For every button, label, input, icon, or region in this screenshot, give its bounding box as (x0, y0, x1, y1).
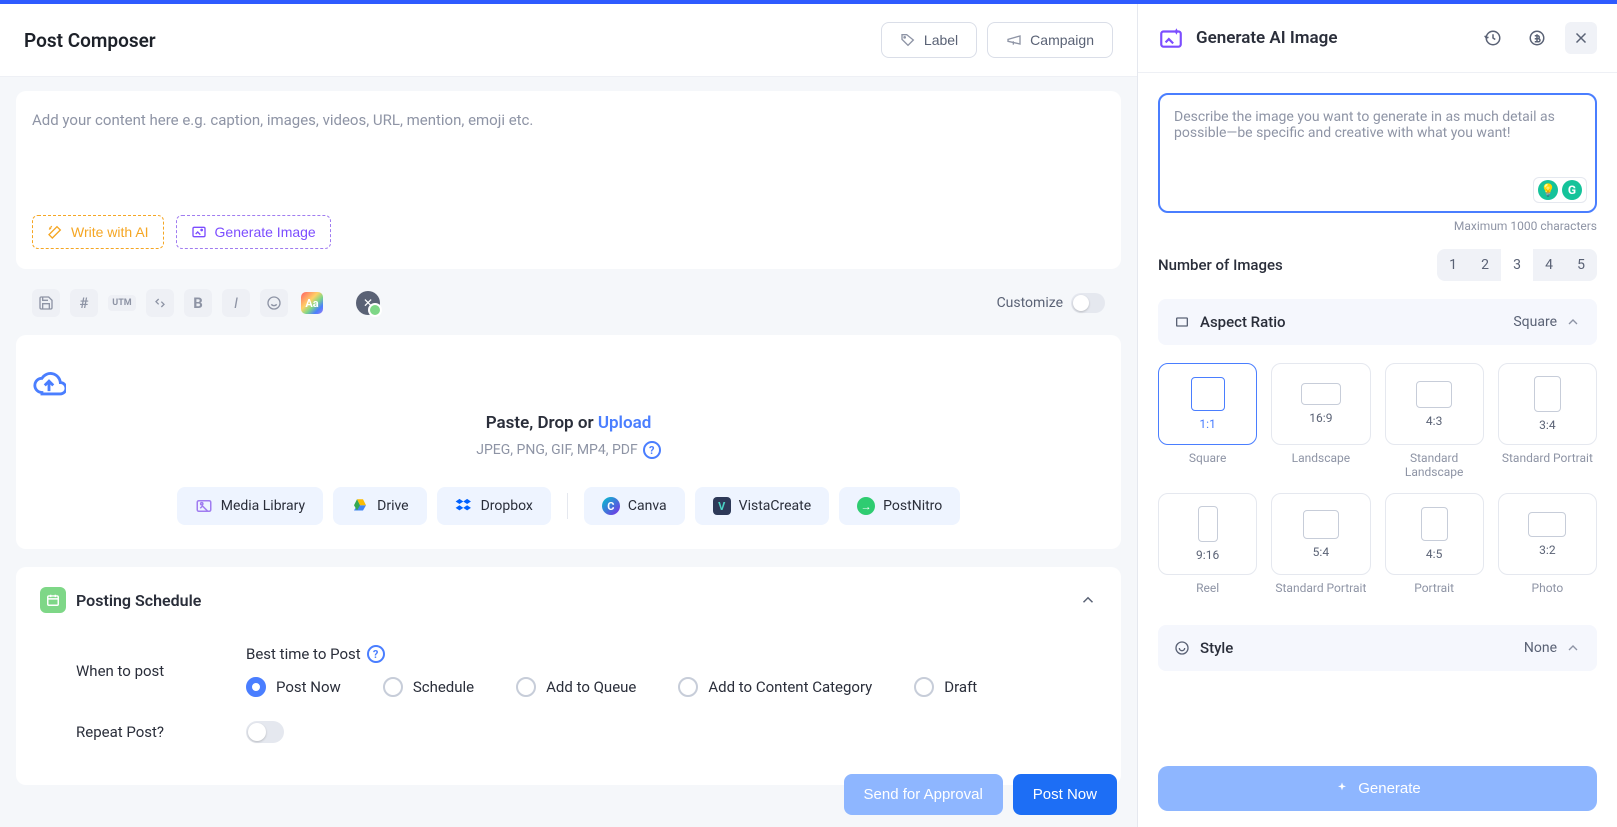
canva-chip[interactable]: C Canva (584, 487, 685, 525)
credits-icon[interactable] (1521, 22, 1553, 54)
best-time-label: Best time to Post (246, 645, 361, 663)
page-title: Post Composer (24, 29, 156, 52)
close-button[interactable] (1565, 22, 1597, 54)
label-button[interactable]: Label (881, 22, 977, 58)
repeat-post-label: Repeat Post? (76, 723, 246, 741)
num-images-5[interactable]: 5 (1565, 249, 1597, 281)
aspect-icon (1174, 314, 1190, 330)
grammarly-icon[interactable]: G (1562, 180, 1582, 200)
ai-assistant-icon[interactable]: ✕ (354, 289, 382, 317)
prompt-textarea[interactable]: Describe the image you want to generate … (1158, 93, 1597, 213)
canva-icon: C (602, 497, 620, 515)
composer-textarea[interactable]: Add your content here e.g. caption, imag… (32, 105, 1105, 205)
add-queue-radio[interactable]: Add to Queue (516, 677, 636, 697)
composer-card: Add your content here e.g. caption, imag… (16, 91, 1121, 269)
panel-title: Generate AI Image (1196, 28, 1465, 48)
dropbox-icon (455, 497, 473, 515)
link-icon[interactable] (146, 289, 174, 317)
bold-icon[interactable]: B (184, 289, 212, 317)
aspect-9-16[interactable]: 9:16 (1158, 493, 1257, 575)
grammarly-lightbulb-icon[interactable]: 💡 (1538, 180, 1558, 200)
upload-text: Paste, Drop or Upload (32, 413, 1105, 433)
cloud-upload-icon (32, 367, 1105, 401)
generate-image-button[interactable]: Generate Image (176, 215, 331, 249)
vistacreate-icon: V (713, 497, 731, 515)
postnitro-chip[interactable]: → PostNitro (839, 487, 960, 525)
utm-button[interactable]: UTM (108, 289, 136, 317)
postnitro-icon: → (857, 497, 875, 515)
hashtag-icon[interactable]: # (70, 289, 98, 317)
draft-radio[interactable]: Draft (914, 677, 977, 697)
aspect-5-4[interactable]: 5:4 (1271, 493, 1370, 575)
upload-formats: JPEG, PNG, GIF, MP4, PDF (476, 442, 637, 458)
aspect-ratio-accordion[interactable]: Aspect Ratio Square (1158, 299, 1597, 345)
save-icon[interactable] (32, 289, 60, 317)
post-now-radio[interactable]: Post Now (246, 677, 341, 697)
aspect-3-2[interactable]: 3:2 (1498, 493, 1597, 575)
sparkle-icon (1334, 781, 1350, 797)
image-sparkle-icon (191, 224, 207, 240)
calendar-icon (40, 587, 66, 613)
posting-schedule-card: Posting Schedule When to post Best time … (16, 567, 1121, 785)
aspect-4-3[interactable]: 4:3 (1385, 363, 1484, 445)
ai-image-icon (1158, 25, 1184, 51)
dropbox-chip[interactable]: Dropbox (437, 487, 551, 525)
chevron-up-icon[interactable] (1079, 591, 1097, 609)
megaphone-icon (1006, 32, 1022, 48)
aspect-4-5[interactable]: 4:5 (1385, 493, 1484, 575)
help-icon[interactable]: ? (367, 645, 385, 663)
schedule-radio[interactable]: Schedule (383, 677, 474, 697)
content-category-radio[interactable]: Add to Content Category (678, 677, 872, 697)
num-images-1[interactable]: 1 (1437, 249, 1469, 281)
upload-card: Paste, Drop or Upload JPEG, PNG, GIF, MP… (16, 335, 1121, 549)
customize-label: Customize (997, 295, 1063, 311)
char-limit-label: Maximum 1000 characters (1158, 219, 1597, 233)
post-now-button[interactable]: Post Now (1013, 774, 1117, 815)
header: Post Composer Label Campaign (0, 4, 1137, 77)
italic-icon[interactable]: I (222, 289, 250, 317)
image-icon (195, 497, 213, 515)
upload-link[interactable]: Upload (598, 413, 651, 433)
num-images-selector: 12345 (1437, 249, 1597, 281)
help-icon[interactable]: ? (643, 441, 661, 459)
repeat-toggle[interactable] (246, 721, 284, 743)
num-images-2[interactable]: 2 (1469, 249, 1501, 281)
num-images-label: Number of Images (1158, 256, 1283, 274)
aspect-3-4[interactable]: 3:4 (1498, 363, 1597, 445)
history-icon[interactable] (1477, 22, 1509, 54)
tag-icon (900, 32, 916, 48)
chevron-up-icon (1565, 314, 1581, 330)
vistacreate-chip[interactable]: V VistaCreate (695, 487, 830, 525)
customize-toggle[interactable] (1071, 293, 1105, 313)
media-library-chip[interactable]: Media Library (177, 487, 323, 525)
campaign-button[interactable]: Campaign (987, 22, 1113, 58)
aspect-16-9[interactable]: 16:9 (1271, 363, 1370, 445)
generate-button[interactable]: Generate (1158, 766, 1597, 811)
chevron-up-icon (1565, 640, 1581, 656)
style-icon (1174, 640, 1190, 656)
drive-chip[interactable]: Drive (333, 487, 426, 525)
send-for-approval-button[interactable]: Send for Approval (844, 774, 1003, 815)
aspect-1-1[interactable]: 1:1 (1158, 363, 1257, 445)
formatting-toolbar: # UTM B I Aa ✕ Customize (16, 277, 1121, 317)
write-with-ai-button[interactable]: Write with AI (32, 215, 164, 249)
style-accordion[interactable]: Style None (1158, 625, 1597, 671)
emoji-icon[interactable] (260, 289, 288, 317)
color-picker-icon[interactable]: Aa (298, 289, 326, 317)
magic-wand-icon (47, 224, 63, 240)
num-images-3[interactable]: 3 (1501, 249, 1533, 281)
num-images-4[interactable]: 4 (1533, 249, 1565, 281)
generate-ai-image-panel: Generate AI Image Describe the image you… (1137, 4, 1617, 827)
when-to-post-label: When to post (76, 662, 246, 680)
divider (567, 493, 568, 519)
google-drive-icon (351, 497, 369, 515)
aspect-ratio-grid: 1:1Square16:9Landscape4:3Standard Landsc… (1158, 363, 1597, 595)
